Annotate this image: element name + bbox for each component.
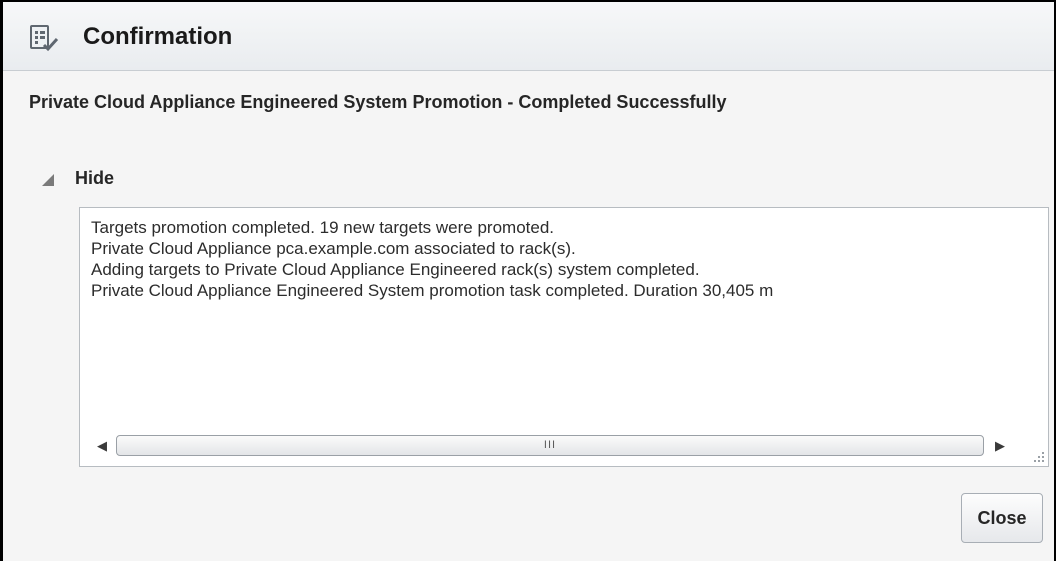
arrow-right-icon[interactable]: ▶ xyxy=(988,433,1012,459)
details-textarea[interactable]: Targets promotion completed. 19 new targ… xyxy=(79,207,1049,467)
horizontal-scrollbar[interactable]: ◀ III ▶ xyxy=(90,433,1012,459)
triangle-expanded-icon[interactable] xyxy=(41,173,55,187)
details-line: Private Cloud Appliance pca.example.com … xyxy=(91,239,576,258)
hide-details-label[interactable]: Hide xyxy=(75,168,114,189)
arrow-left-icon[interactable]: ◀ xyxy=(90,433,114,459)
close-button[interactable]: Close xyxy=(961,493,1043,543)
dialog-title: Confirmation xyxy=(83,23,233,50)
confirmation-dialog: Confirmation Private Cloud Appliance Eng… xyxy=(0,0,1056,561)
details-line: Adding targets to Private Cloud Applianc… xyxy=(91,260,700,279)
task-list-check-icon xyxy=(29,24,59,54)
resize-grip-icon[interactable] xyxy=(1031,449,1045,463)
confirmation-heading: Private Cloud Appliance Engineered Syste… xyxy=(29,92,727,112)
details-line: Targets promotion completed. 19 new targ… xyxy=(91,218,555,237)
details-text: Targets promotion completed. 19 new targ… xyxy=(91,217,1048,301)
scrollbar-grip: III xyxy=(543,439,557,451)
dialog-titlebar: Confirmation xyxy=(3,2,1054,71)
scrollbar-thumb[interactable]: III xyxy=(116,435,984,456)
details-line: Private Cloud Appliance Engineered Syste… xyxy=(91,281,774,300)
